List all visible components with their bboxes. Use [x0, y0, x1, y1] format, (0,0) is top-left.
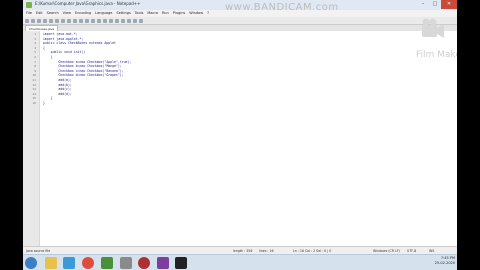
film-maker-camera-icon	[422, 18, 444, 38]
app-icon[interactable]	[157, 257, 169, 269]
cut-icon[interactable]	[61, 18, 65, 23]
new-file-icon[interactable]	[25, 18, 29, 23]
save-icon[interactable]	[37, 18, 41, 23]
window-title: E:\Kumar\Computer Java\Graphics.java - N…	[35, 1, 141, 6]
menu-encoding[interactable]: Encoding	[75, 10, 91, 17]
right-letterbox	[457, 0, 480, 270]
menu-search[interactable]: Search	[47, 10, 59, 17]
indent-guide-icon[interactable]	[121, 18, 125, 23]
notepad-plus-plus-taskbar-icon[interactable]	[120, 257, 132, 269]
replace-icon[interactable]	[97, 18, 101, 23]
menu-tools[interactable]: Tools	[135, 10, 144, 17]
chrome-icon[interactable]	[82, 257, 94, 269]
redo-icon[interactable]	[85, 18, 89, 23]
open-file-icon[interactable]	[31, 18, 35, 23]
menu-help[interactable]: ?	[207, 10, 209, 17]
system-tray-clock[interactable]: 7:45 PM 25-02-2020	[435, 256, 455, 266]
file-explorer-icon[interactable]	[45, 257, 57, 269]
bandicam-icon[interactable]	[138, 257, 150, 269]
toolbar	[23, 17, 457, 25]
menu-plugins[interactable]: Plugins	[173, 10, 186, 17]
menu-window[interactable]: Window	[189, 10, 203, 17]
desktop-screen: E:\Kumar\Computer Java\Graphics.java - N…	[23, 0, 457, 270]
ie-browser-icon[interactable]	[63, 257, 75, 269]
media-player-icon[interactable]	[101, 257, 113, 269]
maximize-button[interactable]: □	[429, 0, 441, 9]
paste-icon[interactable]	[73, 18, 77, 23]
menu-view[interactable]: View	[63, 10, 71, 17]
menu-settings[interactable]: Settings	[116, 10, 130, 17]
command-prompt-icon[interactable]	[175, 257, 187, 269]
start-button[interactable]	[25, 257, 37, 269]
minimize-button[interactable]: –	[417, 0, 429, 9]
line-number: 16	[32, 101, 36, 105]
zoom-in-icon[interactable]	[103, 18, 107, 23]
wrap-icon[interactable]	[115, 18, 119, 23]
code-line[interactable]: public class CheckBoxes extends Applet	[43, 41, 116, 46]
menu-macro[interactable]: Macro	[147, 10, 158, 17]
menu-run[interactable]: Run	[162, 10, 169, 17]
left-letterbox	[0, 0, 23, 270]
copy-icon[interactable]	[67, 18, 71, 23]
bandicam-watermark: www.BANDICAM.com	[225, 2, 339, 13]
code-editor[interactable]: 1 import java.awt.*; 2 import java.applet.*…	[23, 31, 457, 246]
stop-macro-icon[interactable]	[133, 18, 137, 23]
record-macro-icon[interactable]	[127, 18, 131, 23]
menu-edit[interactable]: Edit	[36, 10, 43, 17]
menu-language[interactable]: Language	[95, 10, 112, 17]
menu-file[interactable]: File	[26, 10, 32, 17]
close-file-icon[interactable]	[49, 18, 53, 23]
print-icon[interactable]	[55, 18, 59, 23]
taskbar: 7:45 PM 25-02-2020	[23, 254, 457, 270]
notepad-plus-plus-icon	[26, 2, 32, 8]
save-all-icon[interactable]	[43, 18, 47, 23]
film-maker-watermark: Film Maker	[416, 50, 457, 60]
zoom-out-icon[interactable]	[109, 18, 113, 23]
window-controls: – □ ✕	[417, 0, 457, 10]
find-icon[interactable]	[91, 18, 95, 23]
play-macro-icon[interactable]	[139, 18, 143, 23]
close-button[interactable]: ✕	[441, 0, 457, 9]
clock-date: 25-02-2020	[434, 261, 455, 265]
code-line[interactable]: }	[43, 101, 45, 106]
undo-icon[interactable]	[79, 18, 83, 23]
